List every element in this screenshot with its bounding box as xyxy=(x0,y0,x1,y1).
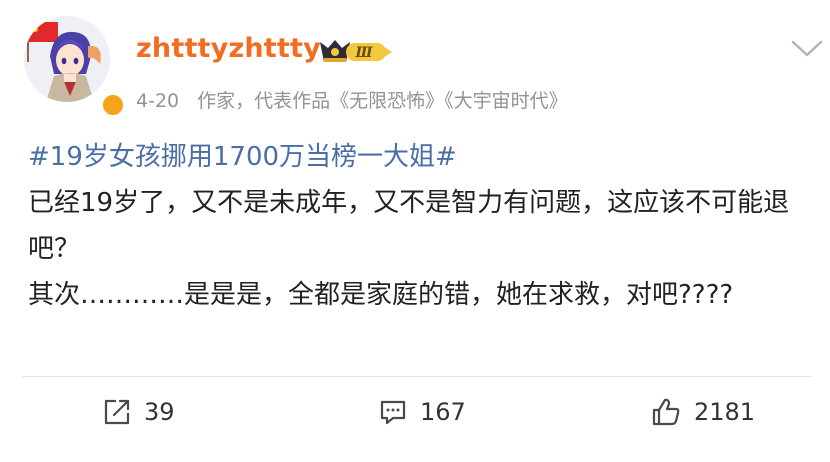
post-date: 4-20 xyxy=(136,90,180,112)
like-button[interactable]: 2181 xyxy=(650,394,755,430)
post-body: 已经19岁了，又不是未成年，又不是智力有问题，这应该不可能退吧？ 其次…………是… xyxy=(28,180,818,318)
avatar-image xyxy=(24,16,110,102)
level-crown-badge-icon[interactable]: Ⅲ xyxy=(316,38,394,66)
post-line: 其次…………是是是，全都是家庭的错，她在求救，对吧???? xyxy=(28,280,734,310)
avatar[interactable] xyxy=(24,16,126,118)
divider xyxy=(22,376,812,377)
chevron-down-icon[interactable] xyxy=(790,38,824,60)
thumbs-up-icon xyxy=(652,398,680,426)
level-badge-label: Ⅲ xyxy=(354,45,373,61)
verified-badge-icon xyxy=(100,92,126,118)
repost-count: 39 xyxy=(144,398,175,426)
topic-hashtag-link[interactable]: #19岁女孩挪用1700万当榜一大姐# xyxy=(28,136,457,173)
repost-icon xyxy=(104,399,130,425)
comment-count: 167 xyxy=(420,398,466,426)
like-count: 2181 xyxy=(694,398,756,426)
post-meta: 4-20 作家，代表作品《无限恐怖》《大宇宙时代》 xyxy=(136,86,568,113)
username[interactable]: zhtttyzhttty xyxy=(136,33,321,64)
user-description: 作家，代表作品《无限恐怖》《大宇宙时代》 xyxy=(197,90,568,112)
post-line: 已经19岁了，又不是未成年，又不是智力有问题，这应该不可能退吧？ xyxy=(28,188,790,264)
comment-button[interactable]: 167 xyxy=(378,394,466,430)
repost-button[interactable]: 39 xyxy=(102,394,175,430)
weibo-post: zhtttyzhttty Ⅲ 4-20 作家，代表作品《无限恐怖》《大宇宙时代》 … xyxy=(0,0,830,462)
comment-icon xyxy=(380,400,406,425)
